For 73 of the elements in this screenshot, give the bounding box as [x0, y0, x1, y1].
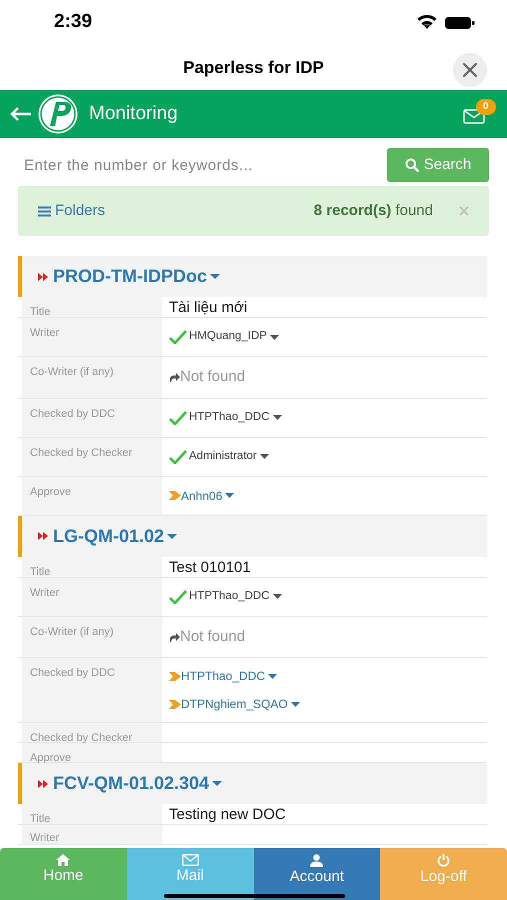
double-arrow-icon	[38, 780, 48, 788]
document-title: Tài liệu mới	[169, 299, 248, 317]
field-label: Title	[30, 813, 50, 825]
user-dropdown[interactable]: Administrator	[189, 448, 269, 466]
not-found-text: Not found	[180, 626, 246, 646]
battery-icon	[445, 16, 475, 30]
records-found-text: 8 record(s) found	[314, 200, 433, 221]
field-label: Writer	[30, 832, 60, 844]
user-dropdown[interactable]: HTPThao_DDC	[189, 408, 282, 426]
status-time: 2:39	[54, 10, 92, 34]
caret-icon	[272, 415, 282, 420]
document-title: Test 010101	[169, 558, 252, 576]
caret-icon	[212, 781, 222, 786]
caret-icon	[270, 334, 279, 340]
field-label: Co-Writer (if any)	[30, 626, 114, 638]
field-label: Checked by Checker	[30, 446, 132, 458]
caret-icon	[272, 594, 282, 599]
check-icon	[169, 450, 187, 464]
wifi-icon	[417, 15, 437, 30]
check-icon	[169, 590, 187, 604]
caret-icon	[268, 674, 278, 678]
field-label: Approve	[30, 486, 71, 498]
header-title: Monitoring	[89, 102, 178, 126]
field-label: Writer	[30, 327, 60, 339]
check-icon	[169, 330, 187, 344]
check-icon	[169, 410, 187, 424]
mail-count-badge: 0	[476, 99, 496, 115]
double-arrow-icon	[38, 272, 48, 280]
logo-icon	[37, 93, 79, 135]
close-icon	[463, 63, 477, 77]
window-title: Paperless for IDP	[183, 56, 324, 79]
caret-icon	[167, 534, 178, 538]
field-label: Co-Writer (if any)	[30, 366, 114, 378]
mail-icon	[182, 854, 199, 866]
arrow-icon	[169, 700, 181, 708]
user-dropdown[interactable]: HTPThao_DDC	[189, 588, 282, 606]
caret-icon	[210, 274, 220, 279]
record-code-link[interactable]: FCV-QM-01.02.304	[53, 770, 222, 797]
nav-button[interactable]: Home	[0, 848, 127, 900]
field-label: Checked by DDC	[30, 408, 115, 420]
user-icon	[310, 854, 324, 867]
back-arrow-icon[interactable]	[10, 107, 32, 121]
mail-icon[interactable]	[463, 109, 485, 124]
nav-button[interactable]: Account	[254, 848, 380, 900]
not-found-text: Not found	[180, 367, 246, 387]
arrow-icon	[169, 672, 181, 680]
field-label: Title	[30, 566, 50, 578]
field-label: Checked by DDC	[30, 667, 115, 679]
field-label: Title	[30, 306, 50, 318]
folders-link[interactable]: Folders	[38, 200, 106, 222]
caret-icon	[225, 493, 234, 498]
document-title: Testing new DOC	[169, 806, 287, 824]
double-arrow-icon	[38, 532, 48, 540]
caret-icon	[290, 702, 300, 706]
search-button[interactable]: Search	[387, 148, 489, 182]
caret-icon	[260, 454, 269, 459]
close-button[interactable]	[453, 53, 487, 87]
curved-arrow-icon	[169, 632, 180, 642]
field-label: Checked by Checker	[30, 732, 132, 744]
home-icon	[56, 854, 70, 866]
record-code-link[interactable]: PROD-TM-IDPDoc	[53, 263, 220, 290]
field-label: Approve	[30, 752, 71, 764]
power-icon	[437, 854, 450, 867]
arrow-icon	[169, 491, 181, 500]
user-dropdown[interactable]: DTPNghiem_SQAO	[181, 695, 300, 713]
user-dropdown[interactable]: Anhn06	[181, 486, 234, 504]
user-dropdown[interactable]: HTPThao_DDC	[181, 667, 278, 685]
curved-arrow-icon	[169, 372, 180, 382]
record-code-link[interactable]: LG-QM-01.02	[53, 522, 178, 550]
user-dropdown[interactable]: HMQuang_IDP	[189, 328, 279, 346]
search-icon	[404, 158, 419, 172]
field-label: Writer	[30, 586, 60, 598]
menu-icon	[38, 206, 51, 216]
